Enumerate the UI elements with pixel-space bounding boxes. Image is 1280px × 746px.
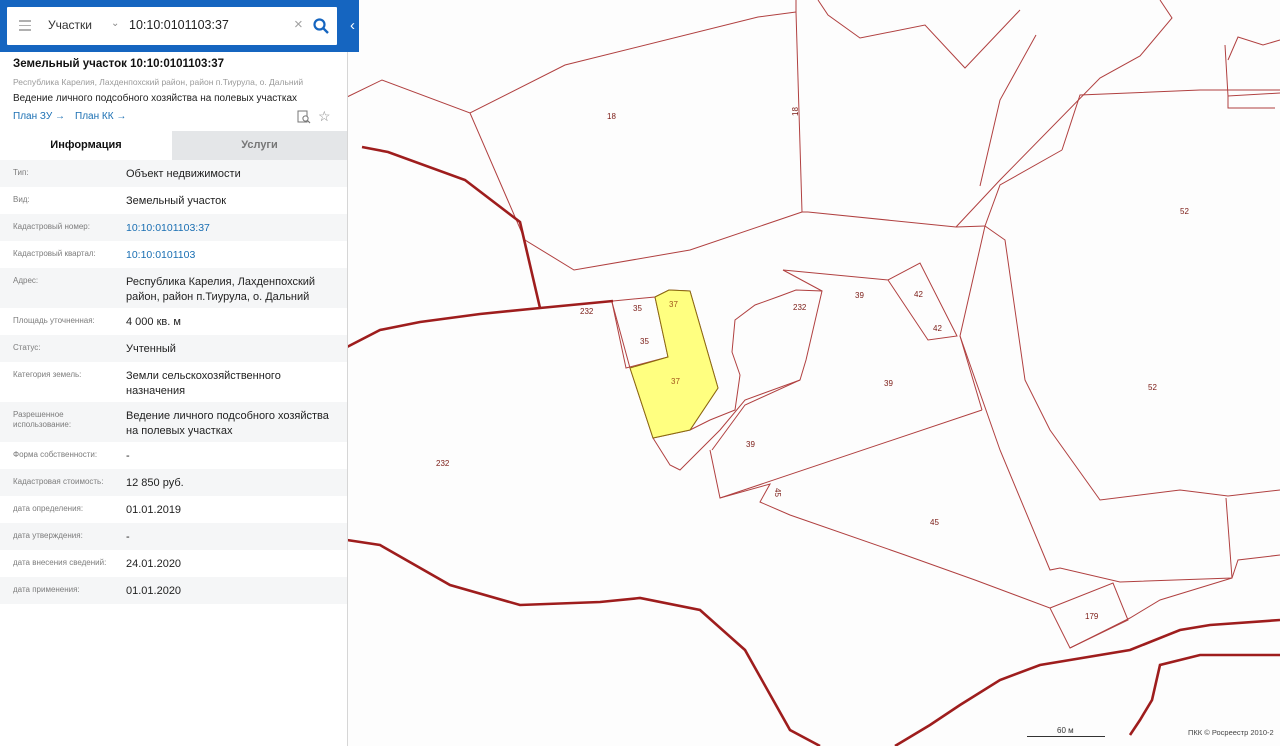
svg-text:45: 45	[773, 488, 782, 497]
info-row: Кадастровый номер: 10:10:0101103:37	[0, 214, 347, 241]
cadastral-number-link[interactable]: 10:10:0101103:37	[126, 221, 336, 236]
star-icon[interactable]: ☆	[318, 108, 331, 125]
cadastral-quarter-link[interactable]: 10:10:0101103	[126, 248, 336, 263]
svg-text:18: 18	[607, 112, 616, 121]
svg-text:35: 35	[633, 304, 642, 313]
parcel-usage: Ведение личного подсобного хозяйства на …	[13, 93, 298, 104]
info-row: Площадь уточненная: 4 000 кв. м	[13, 316, 181, 328]
info-row: Адрес: Республика Карелия, Лахденпохский …	[0, 268, 347, 308]
info-row: Статус: Учтенный	[0, 335, 347, 362]
search-bar: Участки ⌄ 10:10:0101103:37 × ‹	[0, 0, 359, 52]
scale-label: 60 м	[1057, 726, 1074, 735]
scale-bar	[1027, 736, 1105, 737]
info-table: Тип: Объект недвижимости Вид: Земельный уч…	[0, 160, 347, 604]
svg-text:52: 52	[1180, 207, 1189, 216]
svg-text:179: 179	[1085, 612, 1099, 621]
parcel-title: Земельный участок 10:10:0101103:37	[13, 58, 225, 70]
search-type-select[interactable]: Участки	[48, 18, 92, 32]
info-row: Категория земель: Земли сельскохозяйствен…	[13, 370, 281, 397]
chevron-left-icon[interactable]: ‹	[346, 17, 359, 35]
svg-text:232: 232	[436, 459, 450, 468]
svg-text:42: 42	[933, 324, 942, 333]
svg-text:52: 52	[1148, 383, 1157, 392]
info-sidebar: Участки ⌄ 10:10:0101103:37 × ‹ Земельный…	[0, 0, 359, 746]
info-row: Разрешенное использование: Ведение личног…	[0, 402, 347, 442]
svg-text:39: 39	[855, 291, 864, 300]
info-row: дата внесения сведений: 24.01.2020	[13, 558, 182, 570]
parcel-address: Республика Карелия, Лахденпохский район,…	[13, 77, 304, 87]
info-row: дата утверждения: -	[0, 523, 347, 550]
copyright-text: ПКК © Росреестр 2010-2	[1188, 728, 1274, 737]
info-row: дата определения: 01.01.2019	[13, 504, 182, 516]
svg-text:37: 37	[669, 300, 678, 309]
info-row: Кадастровая стоимость: 12 850 руб.	[0, 469, 347, 496]
svg-text:45: 45	[930, 518, 939, 527]
search-icon[interactable]	[312, 17, 330, 35]
svg-text:18: 18	[791, 107, 800, 116]
tab-services[interactable]: Услуги	[172, 131, 347, 160]
search-input[interactable]: 10:10:0101103:37	[129, 18, 229, 32]
svg-text:39: 39	[746, 440, 755, 449]
svg-text:39: 39	[884, 379, 893, 388]
plan-zu-link[interactable]: План ЗУ →	[13, 111, 65, 122]
plan-kk-link[interactable]: План КК →	[75, 111, 126, 122]
info-row: Кадастровый квартал: 10:10:0101103	[0, 241, 347, 268]
svg-text:42: 42	[914, 290, 923, 299]
menu-icon[interactable]	[19, 20, 31, 31]
close-icon[interactable]: ×	[294, 16, 303, 33]
svg-text:35: 35	[640, 337, 649, 346]
tab-info[interactable]: Информация	[0, 131, 172, 160]
info-row: Тип: Объект недвижимости	[0, 160, 347, 187]
zoom-to-icon[interactable]	[297, 110, 311, 124]
svg-text:232: 232	[580, 307, 594, 316]
search-box: Участки ⌄ 10:10:0101103:37 ×	[7, 7, 337, 45]
tabs: Информация Услуги	[0, 131, 347, 160]
svg-text:37: 37	[671, 377, 680, 386]
info-row: Вид: Земельный участок	[13, 195, 227, 207]
info-row: Форма собственности: -	[13, 450, 130, 462]
chevron-down-icon[interactable]: ⌄	[111, 18, 119, 29]
info-row: дата применения: 01.01.2020	[0, 577, 347, 604]
svg-text:232: 232	[793, 303, 807, 312]
